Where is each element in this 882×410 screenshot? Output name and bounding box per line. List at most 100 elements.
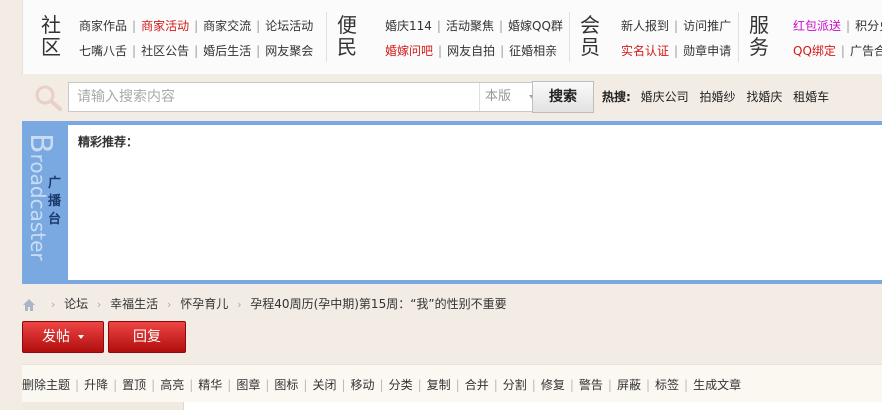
moderation-action[interactable]: 分割: [503, 378, 527, 392]
nav-link[interactable]: 网友聚会: [265, 44, 313, 58]
search-button[interactable]: 搜索: [532, 81, 594, 113]
breadcrumb: › 论坛 › 幸福生活 › 怀孕育儿 › 孕程40周历(孕中期)第15周：“我”…: [22, 295, 507, 313]
nav-divider: |: [846, 19, 851, 33]
moderation-action[interactable]: 合并: [465, 378, 489, 392]
hot-term[interactable]: 找婚庆: [746, 90, 782, 104]
moderation-action[interactable]: 移动: [351, 378, 375, 392]
breadcrumb-item[interactable]: 怀孕育儿: [180, 297, 228, 311]
chevron-right-icon: ›: [166, 298, 172, 311]
breadcrumb-item[interactable]: 幸福生活: [110, 297, 158, 311]
moderation-toolbar: 删除主题 | 升降 | 置顶 | 高亮 | 精华 | 图章 | 图标 | 关闭 | 移动 | 分类 | 复制 | 合并 | 分割…: [22, 364, 882, 402]
toolbar-divider: |: [569, 378, 574, 392]
moderation-action[interactable]: 标签: [655, 378, 679, 392]
nav-row: 婚庆114 | 活动聚焦 | 婚嫁QQ群: [385, 18, 563, 34]
recommend-panel: 精彩推荐：: [68, 125, 882, 280]
nav-divider: |: [194, 44, 199, 58]
nav-divider: |: [132, 19, 137, 33]
top-navigation: 社区 商家作品 | 商家活动 | 商家交流 | 论坛活动七嘴八舌 | 社区公告 | 婚后生活 | 网友聚会…: [22, 0, 882, 74]
nav-link[interactable]: 婚庆114: [385, 19, 432, 33]
chevron-right-icon: ›: [50, 298, 56, 311]
moderation-action[interactable]: 置顶: [122, 378, 146, 392]
hot-term[interactable]: 婚庆公司: [641, 90, 689, 104]
moderation-action[interactable]: 屏蔽: [617, 378, 641, 392]
hot-search: 热搜: 婚庆公司 拍婚纱 找婚庆 租婚车: [602, 88, 836, 105]
new-post-label: 发帖: [42, 329, 70, 345]
nav-link[interactable]: 新人报到: [621, 19, 669, 33]
toolbar-divider: |: [303, 378, 308, 392]
nav-group-heading: 会员: [580, 13, 600, 59]
moderation-action[interactable]: 警告: [579, 378, 603, 392]
reply-label: 回复: [133, 329, 161, 345]
chevron-right-icon: ›: [96, 298, 102, 311]
nav-link[interactable]: 积分兑: [855, 19, 882, 33]
reply-button[interactable]: 回复: [108, 321, 186, 353]
nav-group-divider: [738, 12, 739, 62]
new-post-button[interactable]: 发帖: [22, 321, 104, 353]
broadcast-section: Broadcaster 广 播 台 精彩推荐：: [22, 121, 882, 284]
nav-link[interactable]: 活动聚焦: [446, 19, 494, 33]
bottom-strip: [22, 402, 882, 410]
moderation-action[interactable]: 精华: [198, 378, 222, 392]
moderation-action[interactable]: 关闭: [312, 378, 336, 392]
nav-link[interactable]: 访问推广: [683, 19, 731, 33]
moderation-action[interactable]: 升降: [84, 378, 108, 392]
home-icon[interactable]: [22, 298, 36, 312]
bottom-tab: [22, 402, 184, 410]
moderation-action[interactable]: 复制: [427, 378, 451, 392]
nav-link[interactable]: 社区公告: [141, 44, 189, 58]
chevron-right-icon: ›: [237, 298, 242, 311]
search-scope-label: 本版: [485, 89, 512, 104]
hot-term[interactable]: 拍婚纱: [699, 90, 735, 104]
nav-link[interactable]: 广告合: [850, 44, 882, 58]
moderation-action[interactable]: 图章: [236, 378, 260, 392]
nav-link[interactable]: 商家作品: [79, 19, 127, 33]
nav-link[interactable]: 论坛活动: [265, 19, 313, 33]
nav-link[interactable]: 实名认证: [621, 44, 669, 58]
search-bar: 本版 搜索 热搜: 婚庆公司 拍婚纱 找婚庆 租婚车: [22, 78, 882, 116]
toolbar-divider: |: [455, 378, 460, 392]
nav-link[interactable]: 征婚相亲: [509, 44, 557, 58]
nav-divider: |: [438, 44, 443, 58]
recommend-title: 精彩推荐：: [78, 135, 139, 149]
hot-term[interactable]: 租婚车: [793, 90, 829, 104]
moderation-action[interactable]: 分类: [389, 378, 413, 392]
nav-row: QQ绑定 | 广告合: [793, 43, 882, 59]
nav-link[interactable]: 婚嫁QQ群: [508, 19, 563, 33]
toolbar-divider: |: [684, 378, 689, 392]
breadcrumb-item[interactable]: 论坛: [64, 297, 88, 311]
breadcrumb-current[interactable]: 孕程40周历(孕中期)第15周：“我”的性别不重要: [250, 297, 506, 311]
nav-row: 婚嫁问吧 | 网友自拍 | 征婚相亲: [385, 43, 557, 59]
toolbar-divider: |: [189, 378, 194, 392]
moderation-action[interactable]: 生成文章: [693, 378, 741, 392]
hot-search-label: 热搜:: [602, 90, 631, 104]
toolbar-divider: |: [379, 378, 384, 392]
nav-group-divider: [326, 12, 327, 62]
toolbar-divider: |: [341, 378, 346, 392]
nav-link[interactable]: 商家交流: [203, 19, 251, 33]
broadcast-cn-label: 广 播 台: [48, 176, 62, 227]
moderation-action[interactable]: 图标: [274, 378, 298, 392]
nav-group-heading: 社区: [41, 13, 61, 59]
nav-divider: |: [500, 44, 505, 58]
nav-link[interactable]: 婚嫁问吧: [385, 44, 433, 58]
nav-link[interactable]: 婚后生活: [203, 44, 251, 58]
nav-link[interactable]: 网友自拍: [447, 44, 495, 58]
nav-group-divider: [569, 12, 570, 62]
nav-link[interactable]: 勋章申请: [683, 44, 731, 58]
search-input[interactable]: [69, 83, 479, 111]
moderation-action[interactable]: 修复: [541, 378, 565, 392]
nav-link[interactable]: 七嘴八舌: [79, 44, 127, 58]
caret-down-icon: [78, 335, 84, 339]
toolbar-divider: |: [607, 378, 612, 392]
nav-link[interactable]: QQ绑定: [793, 44, 836, 58]
moderation-action[interactable]: 高亮: [160, 378, 184, 392]
toolbar-divider: |: [493, 378, 498, 392]
broadcaster-label: Broadcaster 广 播 台: [22, 121, 68, 284]
search-icon: [35, 85, 62, 111]
nav-link[interactable]: 红包派送: [793, 19, 841, 33]
nav-link[interactable]: 商家活动: [141, 19, 189, 33]
moderation-action[interactable]: 删除主题: [22, 378, 70, 392]
nav-row: 红包派送 | 积分兑: [793, 18, 882, 34]
toolbar-divider: |: [265, 378, 270, 392]
nav-divider: |: [256, 44, 261, 58]
